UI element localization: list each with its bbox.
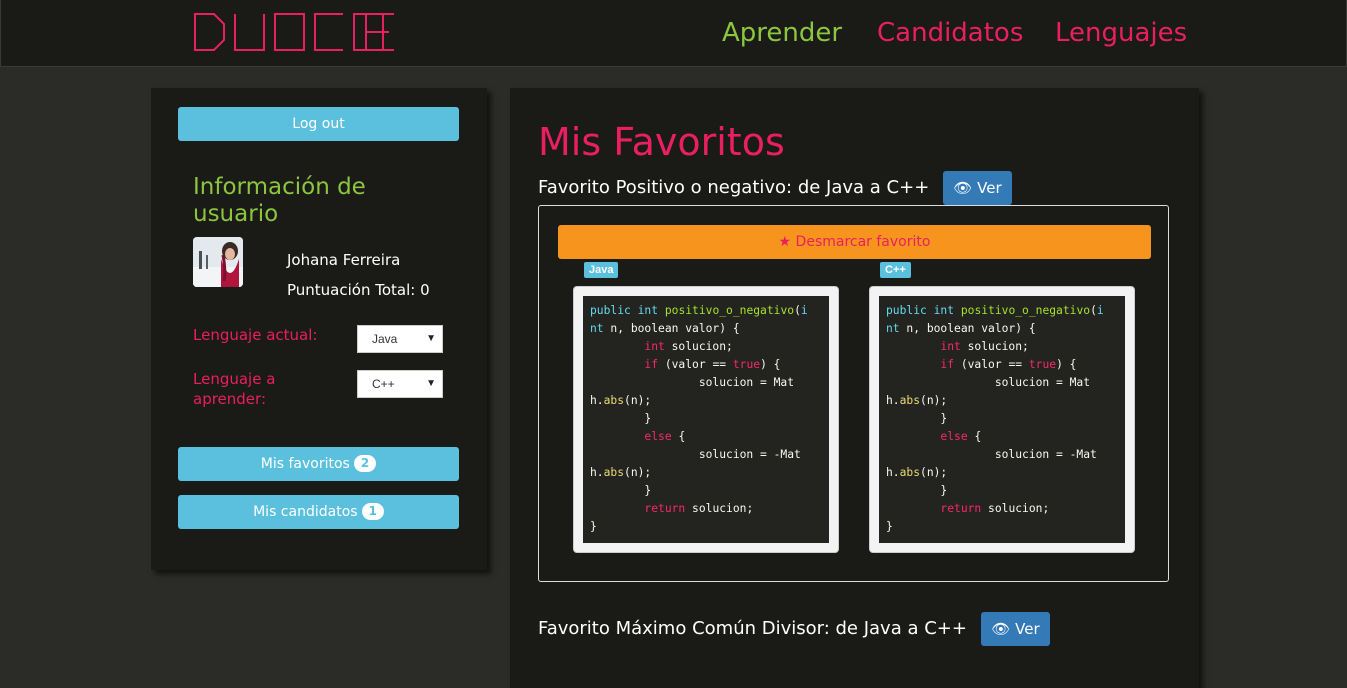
nav-candidatos[interactable]: Candidatos bbox=[877, 18, 1023, 48]
candidates-count-badge: 1 bbox=[361, 503, 384, 520]
caret-down-icon: ▼ bbox=[426, 378, 436, 389]
learn-language-select[interactable]: C++ ▼ bbox=[357, 370, 443, 398]
star-icon: ★ bbox=[778, 234, 792, 250]
favorites-panel: Mis Favoritos Favorito Positivo o negati… bbox=[510, 88, 1199, 688]
user-sidebar: Log out Información de usuario Johana Fe… bbox=[151, 88, 487, 570]
source-language-tag: Java bbox=[584, 262, 619, 278]
duocode-logo[interactable] bbox=[194, 13, 395, 51]
target-code-card: public int positivo_o_negativo(i nt n, b… bbox=[869, 286, 1135, 553]
current-language-label: Lenguaje actual: bbox=[193, 326, 318, 344]
favorite-title: Favorito Positivo o negativo: de Java a … bbox=[538, 177, 930, 198]
user-name: Johana Ferreira bbox=[287, 251, 401, 269]
my-candidates-label: Mis candidatos bbox=[253, 504, 358, 520]
source-code-block: public int positivo_o_negativo(i nt n, b… bbox=[583, 296, 829, 543]
favorite-card: ★ Desmarcar favorito Java public int pos… bbox=[538, 205, 1169, 582]
current-language-select[interactable]: Java ▼ bbox=[357, 325, 443, 353]
learn-language-label: Lenguaje a aprender: bbox=[193, 370, 276, 408]
navbar: Aprender Candidatos Lenguajes bbox=[0, 0, 1347, 67]
avatar bbox=[193, 237, 243, 287]
my-candidates-button[interactable]: Mis candidatos 1 bbox=[178, 495, 459, 529]
learn-language-value: C++ bbox=[372, 377, 395, 391]
unmark-favorite-button[interactable]: ★ Desmarcar favorito bbox=[558, 225, 1151, 259]
favorite-title: Favorito Máximo Común Divisor: de Java a… bbox=[538, 618, 967, 639]
view-label: Ver bbox=[1015, 620, 1040, 638]
logout-button[interactable]: Log out bbox=[178, 107, 459, 141]
eye-icon: 👁 bbox=[953, 179, 973, 197]
nav-lenguajes[interactable]: Lenguajes bbox=[1055, 18, 1187, 48]
nav-aprender[interactable]: Aprender bbox=[722, 18, 842, 48]
favorites-count-badge: 2 bbox=[353, 455, 377, 472]
view-favorite-button[interactable]: 👁 Ver bbox=[981, 612, 1050, 646]
caret-down-icon: ▼ bbox=[426, 333, 436, 344]
source-code-card: public int positivo_o_negativo(i nt n, b… bbox=[573, 286, 839, 553]
my-favorites-label: Mis favoritos bbox=[260, 456, 350, 472]
current-language-value: Java bbox=[372, 332, 398, 346]
target-language-tag: C++ bbox=[880, 262, 911, 278]
view-label: Ver bbox=[977, 179, 1002, 197]
target-code-block: public int positivo_o_negativo(i nt n, b… bbox=[879, 296, 1125, 543]
view-favorite-button[interactable]: 👁 Ver bbox=[943, 171, 1012, 205]
page-title: Mis Favoritos bbox=[538, 120, 785, 164]
user-info-title: Información de usuario bbox=[193, 174, 366, 227]
my-favorites-button[interactable]: Mis favoritos 2 bbox=[178, 447, 459, 481]
unmark-label: Desmarcar favorito bbox=[795, 234, 931, 250]
user-score: Puntuación Total: 0 bbox=[287, 281, 430, 299]
eye-icon: 👁 bbox=[991, 620, 1011, 638]
